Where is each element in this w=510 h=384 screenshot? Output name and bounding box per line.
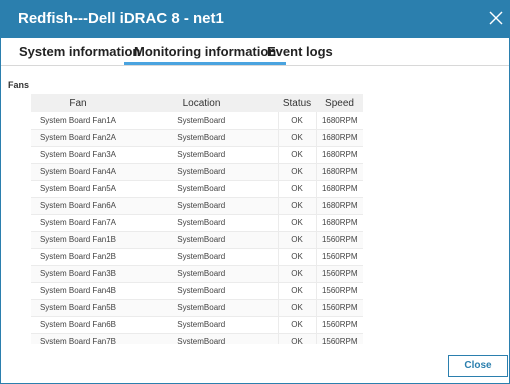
cell-location: SystemBoard (125, 180, 278, 198)
cell-fan: System Board Fan2A (31, 129, 125, 147)
table-row[interactable]: System Board Fan3A SystemBoard OK 1680RP… (31, 146, 363, 164)
cell-fan: System Board Fan5B (31, 299, 125, 317)
cell-location: SystemBoard (125, 163, 278, 181)
cell-status: OK (277, 231, 317, 249)
cell-fan: System Board Fan4B (31, 282, 125, 300)
table-header-row: Fan Location Status Speed (31, 94, 363, 112)
cell-speed: 1680RPM (316, 214, 363, 232)
dialog-titlebar: Redfish---Dell iDRAC 8 - net1 (1, 0, 509, 38)
cell-status: OK (277, 112, 317, 130)
column-header-location[interactable]: Location (125, 94, 278, 112)
cell-fan: System Board Fan4A (31, 163, 125, 181)
cell-location: SystemBoard (125, 333, 278, 344)
table-row[interactable]: System Board Fan3B SystemBoard OK 1560RP… (31, 265, 363, 283)
cell-status: OK (277, 299, 317, 317)
table-row[interactable]: System Board Fan5B SystemBoard OK 1560RP… (31, 299, 363, 317)
cell-speed: 1560RPM (316, 299, 363, 317)
tab-monitoring-information[interactable]: Monitoring information (124, 44, 287, 65)
cell-speed: 1560RPM (316, 282, 363, 300)
tab-event-logs[interactable]: Event logs (267, 44, 333, 65)
cell-status: OK (277, 214, 317, 232)
column-header-status[interactable]: Status (278, 94, 316, 112)
column-header-speed[interactable]: Speed (316, 94, 363, 112)
cell-status: OK (277, 180, 317, 198)
fans-table: Fan Location Status Speed System Board F… (31, 94, 363, 344)
cell-fan: System Board Fan6A (31, 197, 125, 215)
column-header-fan[interactable]: Fan (31, 94, 125, 112)
cell-status: OK (277, 248, 317, 266)
cell-location: SystemBoard (125, 265, 278, 283)
table-row[interactable]: System Board Fan7A SystemBoard OK 1680RP… (31, 214, 363, 232)
cell-status: OK (277, 333, 317, 344)
table-row[interactable]: System Board Fan1B SystemBoard OK 1560RP… (31, 231, 363, 249)
cell-location: SystemBoard (125, 146, 278, 164)
cell-fan: System Board Fan3A (31, 146, 125, 164)
close-icon[interactable] (487, 9, 505, 27)
cell-speed: 1560RPM (316, 316, 363, 334)
cell-location: SystemBoard (125, 214, 278, 232)
cell-location: SystemBoard (125, 197, 278, 215)
cell-location: SystemBoard (125, 112, 278, 130)
cell-fan: System Board Fan3B (31, 265, 125, 283)
table-row[interactable]: System Board Fan1A SystemBoard OK 1680RP… (31, 112, 363, 130)
cell-status: OK (277, 163, 317, 181)
cell-speed: 1680RPM (316, 112, 363, 130)
cell-speed: 1680RPM (316, 129, 363, 147)
cell-fan: System Board Fan2B (31, 248, 125, 266)
tab-bar: System information Monitoring informatio… (1, 38, 509, 66)
table-row[interactable]: System Board Fan4A SystemBoard OK 1680RP… (31, 163, 363, 181)
cell-status: OK (277, 197, 317, 215)
cell-speed: 1680RPM (316, 180, 363, 198)
table-row[interactable]: System Board Fan4B SystemBoard OK 1560RP… (31, 282, 363, 300)
cell-location: SystemBoard (125, 299, 278, 317)
cell-location: SystemBoard (125, 248, 278, 266)
cell-speed: 1560RPM (316, 265, 363, 283)
table-row[interactable]: System Board Fan5A SystemBoard OK 1680RP… (31, 180, 363, 198)
cell-status: OK (277, 316, 317, 334)
cell-speed: 1560RPM (316, 248, 363, 266)
table-row[interactable]: System Board Fan2A SystemBoard OK 1680RP… (31, 129, 363, 147)
table-row[interactable]: System Board Fan6B SystemBoard OK 1560RP… (31, 316, 363, 334)
cell-fan: System Board Fan6B (31, 316, 125, 334)
cell-status: OK (277, 282, 317, 300)
cell-fan: System Board Fan1B (31, 231, 125, 249)
cell-status: OK (277, 129, 317, 147)
cell-fan: System Board Fan7B (31, 333, 125, 344)
table-row[interactable]: System Board Fan2B SystemBoard OK 1560RP… (31, 248, 363, 266)
cell-location: SystemBoard (125, 129, 278, 147)
redfish-dialog: Redfish---Dell iDRAC 8 - net1 System inf… (0, 0, 510, 384)
fans-table-container[interactable]: Fan Location Status Speed System Board F… (31, 94, 363, 344)
cell-speed: 1560RPM (316, 231, 363, 249)
dialog-title: Redfish---Dell iDRAC 8 - net1 (18, 10, 224, 27)
cell-speed: 1680RPM (316, 163, 363, 181)
table-row[interactable]: System Board Fan6A SystemBoard OK 1680RP… (31, 197, 363, 215)
cell-fan: System Board Fan1A (31, 112, 125, 130)
cell-location: SystemBoard (125, 282, 278, 300)
close-button[interactable]: Close (448, 355, 508, 377)
cell-speed: 1680RPM (316, 146, 363, 164)
tab-system-information[interactable]: System information (19, 44, 140, 65)
cell-location: SystemBoard (125, 231, 278, 249)
cell-speed: 1560RPM (316, 333, 363, 344)
table-row[interactable]: System Board Fan7B SystemBoard OK 1560RP… (31, 333, 363, 344)
cell-status: OK (277, 146, 317, 164)
section-label-fans: Fans (8, 80, 30, 90)
cell-status: OK (277, 265, 317, 283)
cell-speed: 1680RPM (316, 197, 363, 215)
cell-fan: System Board Fan5A (31, 180, 125, 198)
cell-location: SystemBoard (125, 316, 278, 334)
cell-fan: System Board Fan7A (31, 214, 125, 232)
